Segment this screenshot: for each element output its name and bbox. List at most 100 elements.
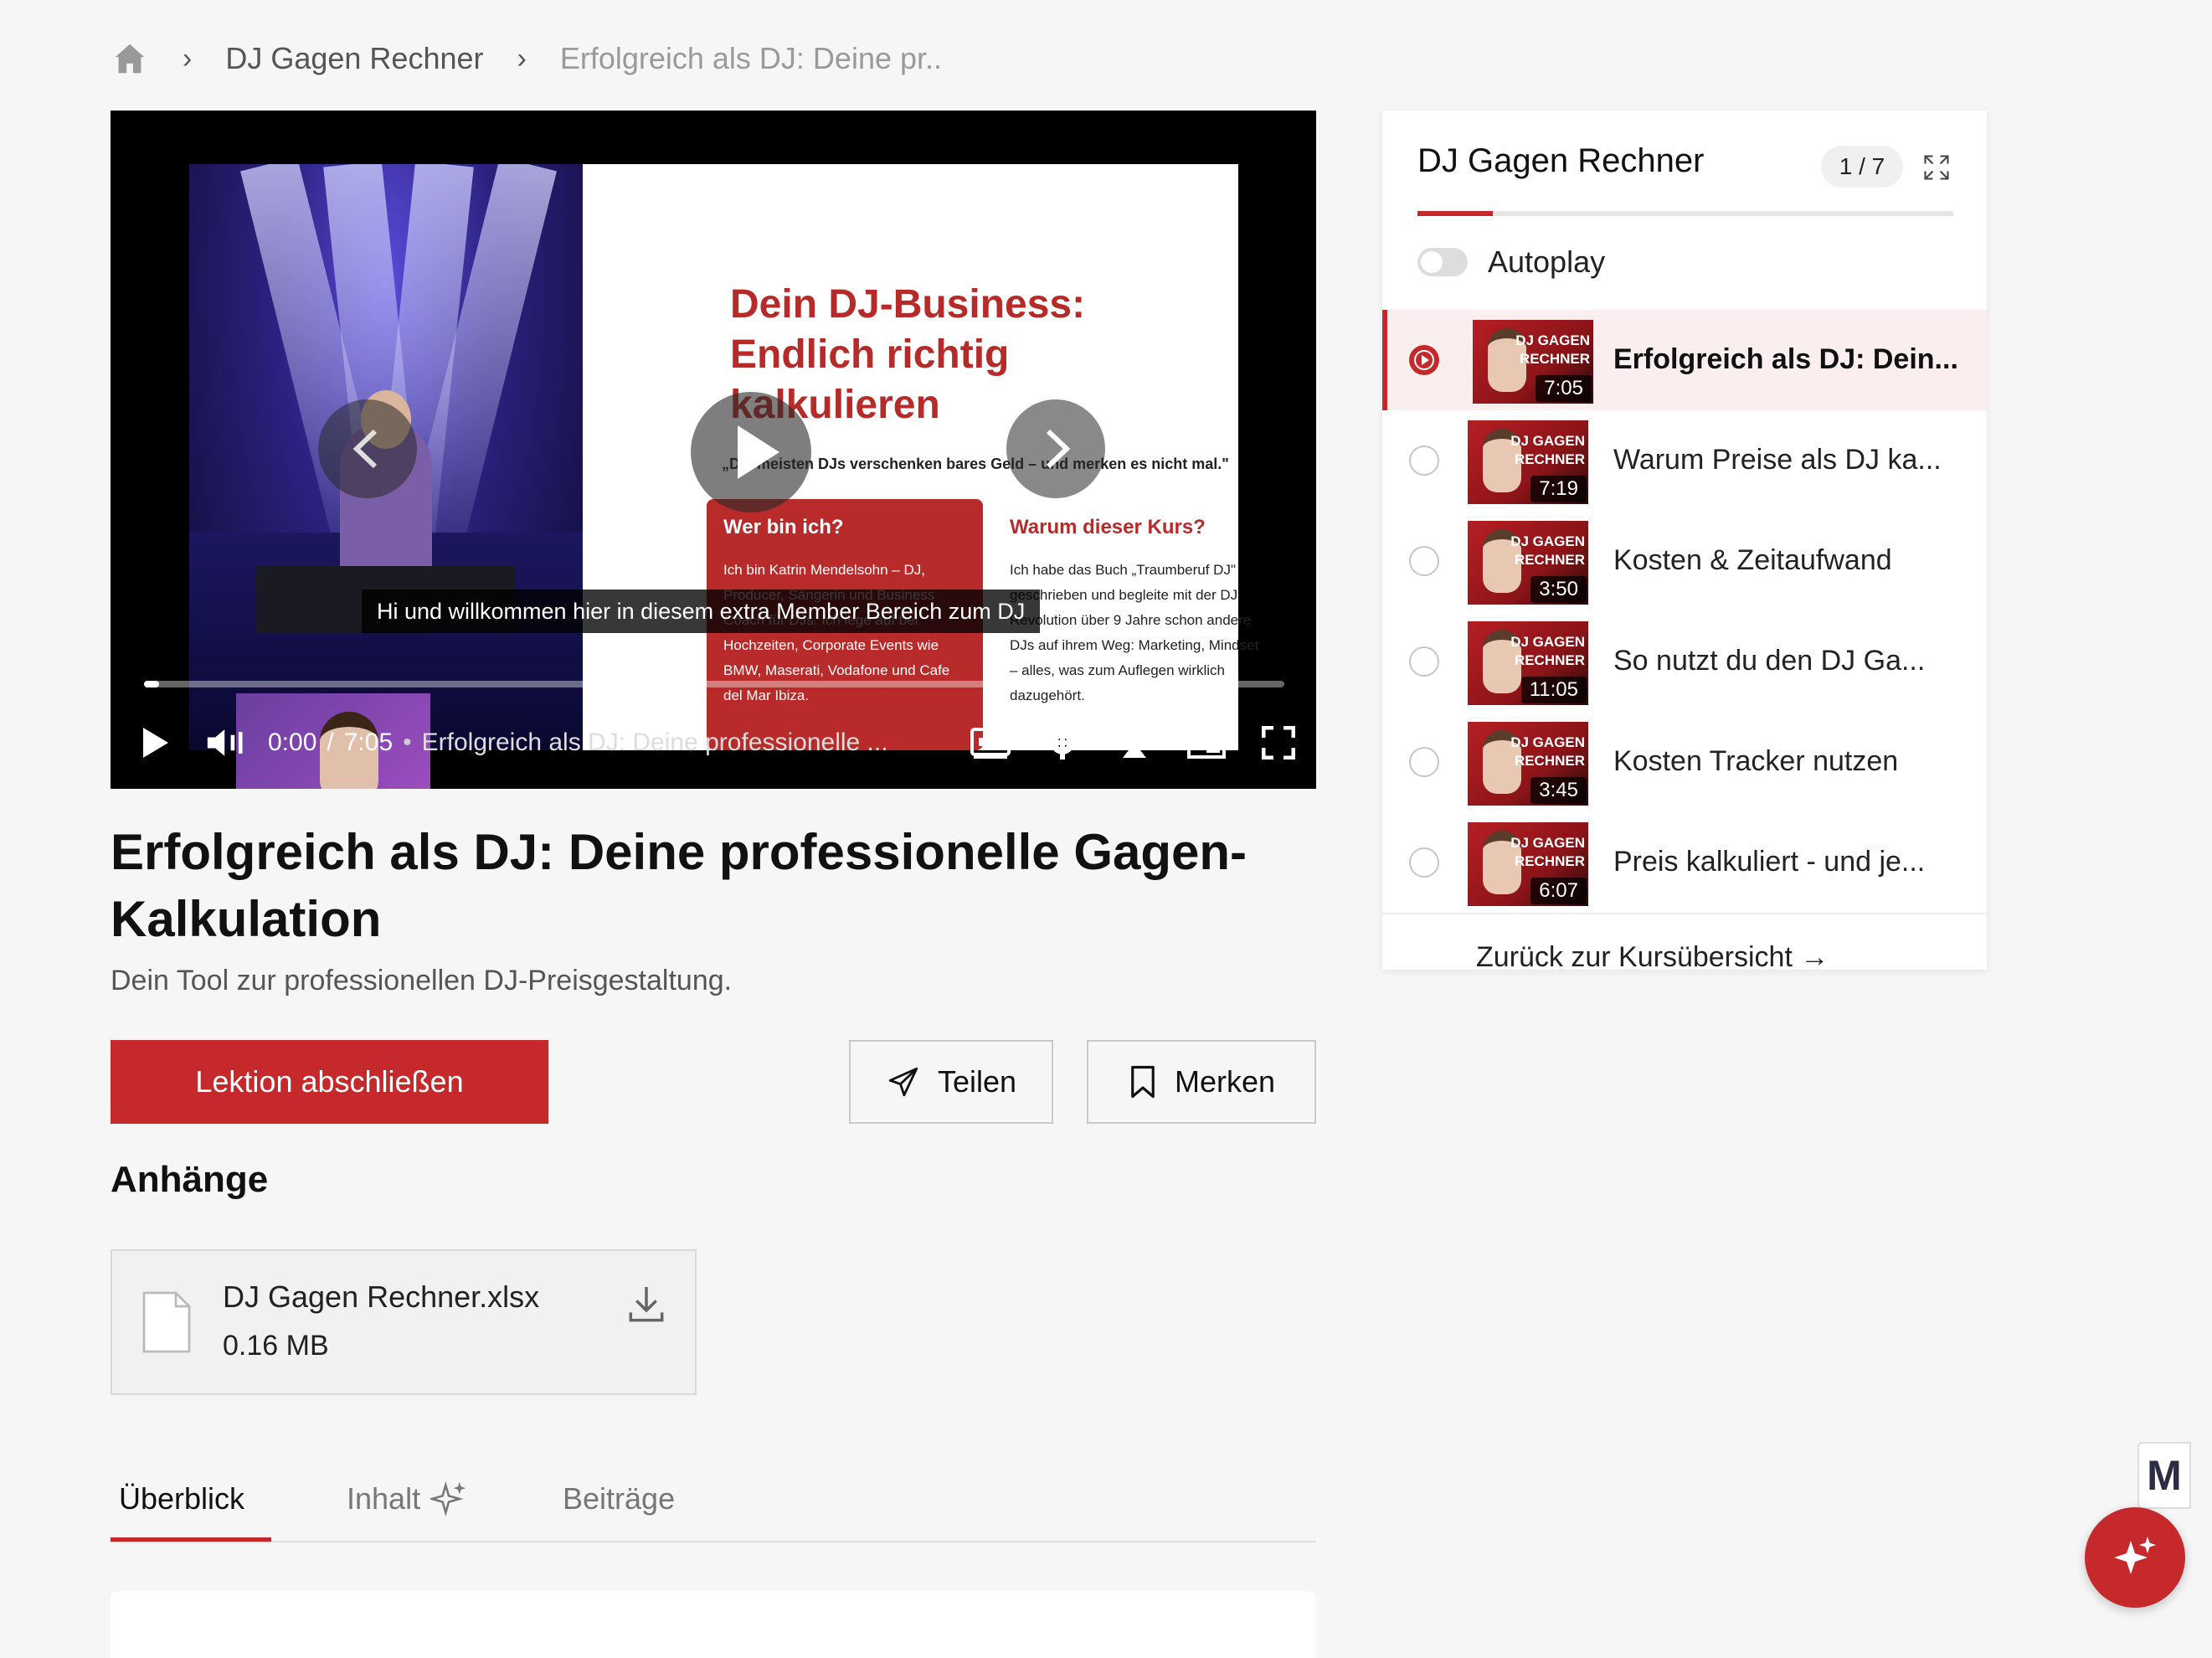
m-widget-badge[interactable]: M xyxy=(2137,1442,2191,1509)
share-button-label: Teilen xyxy=(937,1064,1017,1099)
active-tab-indicator xyxy=(111,1537,271,1542)
sparkle-icon xyxy=(2114,1537,2156,1574)
video-progress-fill xyxy=(144,681,159,687)
thumbnail-brand: DJ GAGEN RECHNER xyxy=(1515,332,1590,367)
file-icon xyxy=(142,1291,191,1353)
lesson-status-radio xyxy=(1409,445,1439,476)
autoplay-label: Autoplay xyxy=(1488,245,1606,279)
autoplay-toggle-knob xyxy=(1421,251,1443,273)
lesson-duration: 3:50 xyxy=(1530,576,1587,603)
content-tabs: Überblick Inhalt Beiträge xyxy=(111,1457,1316,1542)
chevron-right-icon: › xyxy=(517,42,527,75)
pip-button[interactable] xyxy=(1186,722,1227,764)
next-slide-button[interactable] xyxy=(1006,399,1105,498)
previous-slide-button[interactable] xyxy=(318,399,417,498)
video-progress-track[interactable] xyxy=(144,681,1284,687)
chevron-right-icon xyxy=(1046,429,1071,469)
attachment-name: DJ Gagen Rechner.xlsx xyxy=(223,1280,540,1314)
tab-content-label: Inhalt xyxy=(347,1481,421,1516)
thumbnail-brand: DJ GAGEN RECHNER xyxy=(1510,634,1585,668)
complete-lesson-button[interactable]: Lektion abschließen xyxy=(111,1040,548,1124)
download-icon[interactable] xyxy=(623,1281,670,1328)
breadcrumb-course-link[interactable]: DJ Gagen Rechner xyxy=(225,41,483,76)
duration: 7:05 xyxy=(343,729,394,756)
lesson-status-radio xyxy=(1409,747,1439,777)
lesson-thumbnail: DJ GAGEN RECHNER 7:19 xyxy=(1468,420,1588,504)
lesson-item[interactable]: DJ GAGEN RECHNER 11:05 So nutzt du den DJ… xyxy=(1382,611,1987,712)
lesson-title: Preis kalkuliert - und je... xyxy=(1613,846,1926,878)
current-time: 0:00 xyxy=(268,729,317,756)
captions-button[interactable] xyxy=(970,722,1011,764)
share-button[interactable]: Teilen xyxy=(849,1040,1053,1124)
lesson-item[interactable]: DJ GAGEN RECHNER 6:07 Preis kalkuliert - … xyxy=(1382,812,1987,913)
expand-icon[interactable] xyxy=(1921,152,1952,183)
lesson-item[interactable]: DJ GAGEN RECHNER 3:45 Kosten Tracker nutz… xyxy=(1382,712,1987,812)
picture-in-picture-icon xyxy=(1187,727,1226,759)
lesson-thumbnail: DJ GAGEN RECHNER 6:07 xyxy=(1468,822,1588,906)
volume-button[interactable] xyxy=(206,722,248,764)
lesson-current-indicator xyxy=(1409,345,1439,375)
play-icon xyxy=(738,425,779,479)
fullscreen-button[interactable] xyxy=(1258,722,1299,764)
tab-overview[interactable]: Überblick xyxy=(119,1457,244,1541)
breadcrumb: › DJ Gagen Rechner › Erfolgreich als DJ:… xyxy=(111,33,942,84)
lesson-thumbnail: DJ GAGEN RECHNER 3:45 xyxy=(1468,722,1588,806)
captions-icon xyxy=(970,728,1011,759)
play-icon xyxy=(143,728,168,758)
lesson-title: Warum Preise als DJ ka... xyxy=(1613,444,1942,476)
tab-content[interactable]: Inhalt xyxy=(347,1457,467,1541)
time-separator: / xyxy=(327,729,334,756)
lesson-status-radio xyxy=(1409,546,1439,576)
lesson-status-radio xyxy=(1409,646,1439,677)
chevron-right-icon: › xyxy=(183,42,193,75)
course-progress-fill xyxy=(1417,211,1493,216)
back-to-course-link[interactable]: Zurück zur Kursübersicht → xyxy=(1476,941,1829,970)
breadcrumb-current: Erfolgreich als DJ: Deine pr.. xyxy=(559,41,943,75)
thumbnail-brand: DJ GAGEN RECHNER xyxy=(1510,533,1585,568)
lesson-thumbnail: DJ GAGEN RECHNER 7:05 xyxy=(1473,320,1593,404)
slide-box-why: Warum dieser Kurs? Ich habe das Buch „Tr… xyxy=(1010,499,1261,708)
lesson-item[interactable]: DJ GAGEN RECHNER 7:19 Warum Preise als DJ… xyxy=(1382,410,1987,511)
lesson-duration: 6:07 xyxy=(1530,878,1587,904)
lesson-duration: 3:45 xyxy=(1530,777,1587,804)
lesson-title: Erfolgreich als DJ: Deine professionelle… xyxy=(111,824,1247,947)
title-separator: • xyxy=(403,729,412,756)
bookmark-icon xyxy=(1131,1065,1155,1099)
sidebar-title: DJ Gagen Rechner xyxy=(1417,142,1705,179)
ai-assistant-button[interactable] xyxy=(2085,1507,2185,1608)
airplay-button[interactable] xyxy=(1114,722,1155,764)
lesson-thumbnail: DJ GAGEN RECHNER 11:05 xyxy=(1468,621,1588,705)
course-sidebar: DJ Gagen Rechner 1 / 7 Autoplay DJ GAGEN… xyxy=(1382,111,1987,970)
video-player[interactable]: Dein DJ-Business: Endlich richtig kalkul… xyxy=(111,111,1316,789)
sidebar-divider xyxy=(1382,913,1987,914)
fullscreen-icon xyxy=(1262,726,1295,759)
lesson-item[interactable]: DJ GAGEN RECHNER 7:05 Erfolgreich als DJ:… xyxy=(1382,310,1987,410)
bookmark-button-label: Merken xyxy=(1174,1064,1276,1099)
course-progress-track xyxy=(1417,211,1953,216)
settings-button[interactable] xyxy=(1042,722,1083,764)
gear-icon xyxy=(1046,726,1079,759)
tab-posts[interactable]: Beiträge xyxy=(563,1457,675,1541)
play-button[interactable] xyxy=(134,722,176,764)
lesson-title: Kosten Tracker nutzen xyxy=(1613,745,1899,777)
video-caption: Hi und willkommen hier in diesem extra M… xyxy=(362,590,1041,633)
volume-icon xyxy=(207,729,243,756)
thumbnail-brand: DJ GAGEN RECHNER xyxy=(1510,433,1585,467)
thumbnail-brand: DJ GAGEN RECHNER xyxy=(1510,734,1585,769)
home-icon[interactable] xyxy=(111,39,149,78)
attachment-card[interactable]: DJ Gagen Rechner.xlsx 0.16 MB xyxy=(111,1249,697,1395)
lesson-duration: 11:05 xyxy=(1520,677,1587,703)
lesson-title: Erfolgreich als DJ: Dein... xyxy=(1613,343,1958,375)
lesson-thumbnail: DJ GAGEN RECHNER 3:50 xyxy=(1468,521,1588,605)
airplay-icon xyxy=(1118,728,1151,758)
play-overlay-button[interactable] xyxy=(691,392,811,512)
lesson-title: Kosten & Zeitaufwand xyxy=(1613,544,1892,576)
sparkle-icon xyxy=(430,1480,466,1517)
video-title-overlay[interactable]: Erfolgreich als DJ: Deine professionelle… xyxy=(422,729,888,757)
play-circle-icon xyxy=(1411,347,1438,373)
lesson-item[interactable]: DJ GAGEN RECHNER 3:50 Kosten & Zeitaufwan… xyxy=(1382,511,1987,611)
bookmark-button[interactable]: Merken xyxy=(1087,1040,1316,1124)
lesson-duration: 7:19 xyxy=(1530,476,1587,502)
attachments-heading: Anhänge xyxy=(111,1159,269,1200)
lesson-counter: 1 / 7 xyxy=(1821,146,1903,188)
